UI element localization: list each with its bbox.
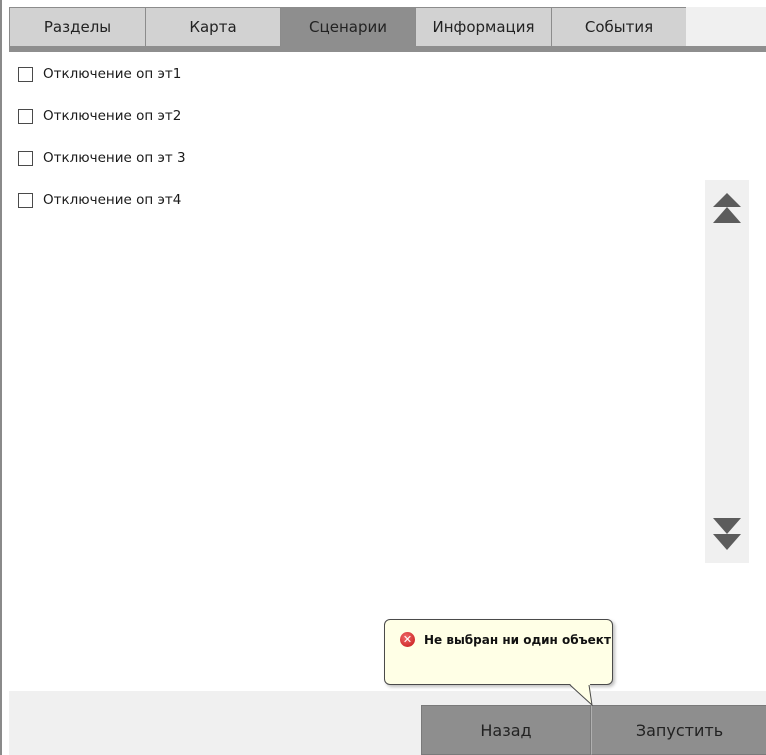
tab-map[interactable]: Карта (145, 7, 280, 47)
run-button[interactable]: Запустить (591, 705, 766, 755)
tooltip-content: ✕ Не выбран ни один объект (400, 632, 611, 647)
scenario-list: Отключение оп эт1 Отключение оп эт2 Откл… (18, 64, 698, 232)
scenario-label: Отключение оп эт1 (43, 66, 182, 82)
scenarios-window: Разделы Карта Сценарии Информация Событи… (0, 0, 766, 755)
tab-sections[interactable]: Разделы (9, 7, 145, 47)
double-chevron-up-icon (713, 193, 741, 223)
scroll-down-button[interactable] (711, 513, 743, 553)
error-icon: ✕ (400, 632, 415, 647)
scenario-checkbox[interactable] (18, 67, 33, 82)
scenario-item[interactable]: Отключение оп эт4 (18, 190, 698, 232)
scroll-panel (705, 180, 749, 563)
scenario-label: Отключение оп эт2 (43, 108, 182, 124)
scenario-checkbox[interactable] (18, 151, 33, 166)
scenario-checkbox[interactable] (18, 109, 33, 124)
tab-underline (9, 46, 766, 52)
tooltip-message: Не выбран ни один объект (424, 632, 611, 647)
scenario-item[interactable]: Отключение оп эт2 (18, 106, 698, 148)
scroll-up-button[interactable] (711, 190, 743, 230)
tab-scenarios[interactable]: Сценарии (280, 7, 415, 47)
scenario-item[interactable]: Отключение оп эт 3 (18, 148, 698, 190)
scenario-label: Отключение оп эт4 (43, 192, 182, 208)
scenario-checkbox[interactable] (18, 193, 33, 208)
back-button[interactable]: Назад (421, 705, 591, 755)
double-chevron-down-icon (713, 518, 741, 550)
tab-events[interactable]: События (551, 7, 686, 47)
scenario-item[interactable]: Отключение оп эт1 (18, 64, 698, 106)
error-tooltip: ✕ Не выбран ни один объект (384, 619, 613, 685)
tab-bar: Разделы Карта Сценарии Информация Событи… (9, 7, 766, 47)
scenario-label: Отключение оп эт 3 (43, 150, 186, 166)
tab-bar-spacer (686, 7, 766, 47)
tooltip-pointer (569, 684, 593, 706)
tab-information[interactable]: Информация (415, 7, 551, 47)
